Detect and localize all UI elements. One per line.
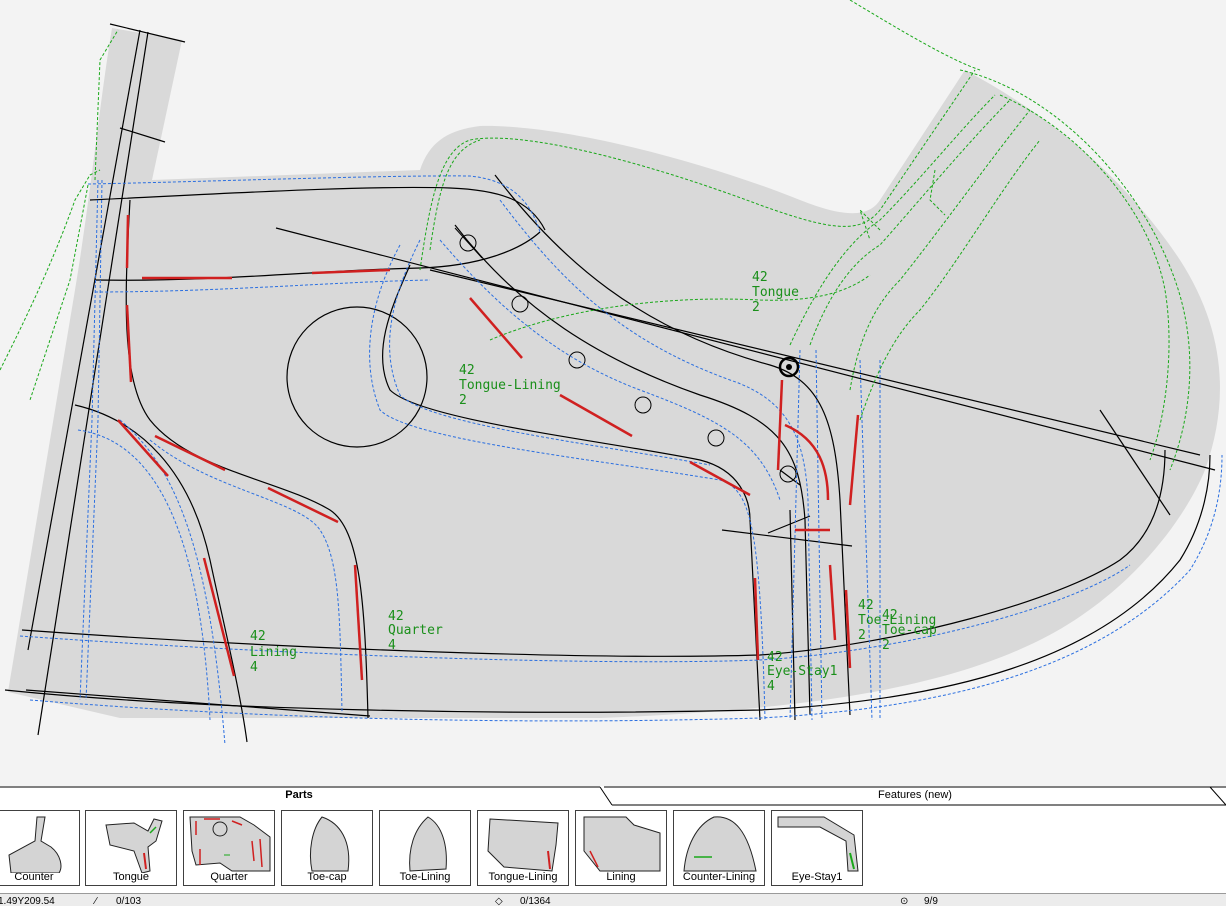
piece-label-name: Eye-Stay1 xyxy=(767,664,837,679)
parts-list: Counter Tongue Quarter Toe-cap Toe-Linin… xyxy=(0,806,1226,892)
status-coordinates: 1.49Y209.54 xyxy=(0,896,55,907)
segment-icon: ∕ xyxy=(95,896,97,907)
part-thumb-tongue[interactable]: Tongue xyxy=(85,810,177,886)
part-thumb-toe-lining[interactable]: Toe-Lining xyxy=(379,810,471,886)
tab-features[interactable]: Features (new) xyxy=(860,789,970,801)
page-icon: ⊙ xyxy=(900,896,909,907)
piece-label-size: 42 xyxy=(459,363,475,378)
toe-cap-shape-icon xyxy=(309,816,350,872)
piece-label-qty: 2 xyxy=(882,638,890,653)
part-label: Toe-Lining xyxy=(399,871,451,883)
piece-label-name: Tongue xyxy=(752,285,799,300)
piece-label-size: 42 xyxy=(250,629,266,644)
piece-label-qty: 2 xyxy=(858,628,866,643)
pattern-drawing[interactable]: 42 Tongue 2 42 Tongue-Lining 2 42 Lining 4 42 Q… xyxy=(0,0,1226,786)
piece-label-size: 42 xyxy=(767,650,783,665)
part-label: Lining xyxy=(606,871,636,883)
part-label: Counter-Lining xyxy=(682,871,756,883)
part-thumb-counter[interactable]: Counter xyxy=(0,810,80,886)
tab-outline xyxy=(0,786,1226,806)
part-thumb-toe-cap[interactable]: Toe-cap xyxy=(281,810,373,886)
lining-shape-icon xyxy=(583,816,661,872)
piece-label-qty: 4 xyxy=(250,660,258,675)
piece-label-qty: 4 xyxy=(388,638,396,653)
part-thumb-counter-lining[interactable]: Counter-Lining xyxy=(673,810,765,886)
part-thumb-tongue-lining[interactable]: Tongue-Lining xyxy=(477,810,569,886)
status-pages: 9/9 xyxy=(924,896,938,907)
status-segments: 0/103 xyxy=(116,896,142,907)
piece-label-name: Toe-cap xyxy=(882,623,937,638)
piece-label-size: 42 xyxy=(388,609,404,624)
guide-line xyxy=(849,0,981,71)
counter-lining-shape-icon xyxy=(683,816,757,872)
counter-shape-icon xyxy=(8,816,62,873)
piece-label-size: 42 xyxy=(882,608,898,623)
piece-label-name: Tongue-Lining xyxy=(459,378,561,393)
part-thumb-eye-stay[interactable]: Eye-Stay1 xyxy=(771,810,863,886)
piece-label-name: Quarter xyxy=(388,623,443,638)
tab-parts[interactable]: Parts xyxy=(276,789,322,801)
part-label: Tongue-Lining xyxy=(488,871,558,883)
shoe-pattern-body xyxy=(8,28,1220,718)
toe-lining-shape-icon xyxy=(409,816,447,872)
part-label: Toe-cap xyxy=(307,871,347,883)
part-label: Counter xyxy=(14,871,54,883)
piece-label-qty: 4 xyxy=(767,679,775,694)
tongue-shape-icon xyxy=(105,818,163,873)
eye-stay-shape-icon xyxy=(777,816,859,872)
part-label: Quarter xyxy=(210,871,248,883)
panel-tabs: Parts Features (new) xyxy=(0,786,1226,806)
piece-label-size: 42 xyxy=(858,598,874,613)
piece-label-qty: 2 xyxy=(752,300,760,315)
piece-label-name: Lining xyxy=(250,645,297,660)
piece-label-size: 42 xyxy=(752,270,768,285)
quarter-shape-icon xyxy=(189,816,271,872)
status-points: 0/1364 xyxy=(520,896,551,907)
part-label: Eye-Stay1 xyxy=(791,871,843,883)
drawing-canvas[interactable]: 42 Tongue 2 42 Tongue-Lining 2 42 Lining 4 42 Q… xyxy=(0,0,1226,786)
piece-label-qty: 2 xyxy=(459,393,467,408)
part-thumb-lining[interactable]: Lining xyxy=(575,810,667,886)
point-icon: ◇ xyxy=(495,896,503,907)
tongue-lining-shape-icon xyxy=(487,818,559,872)
part-thumb-quarter[interactable]: Quarter xyxy=(183,810,275,886)
status-bar: 1.49Y209.54 ∕ 0/103 ◇ 0/1364 ⊙ 9/9 xyxy=(0,893,1226,907)
part-label: Tongue xyxy=(112,871,150,883)
